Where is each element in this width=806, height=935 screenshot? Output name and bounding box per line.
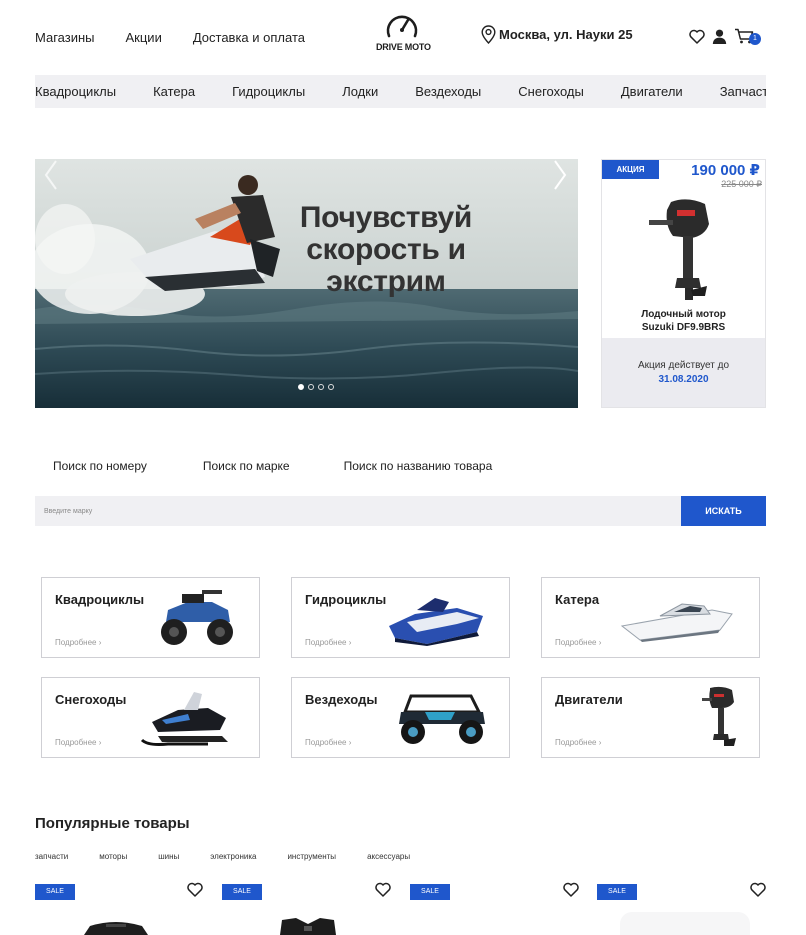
category-card-title: Вездеходы xyxy=(305,692,378,707)
slider-dot-1[interactable] xyxy=(298,384,304,390)
tab-tires[interactable]: шины xyxy=(158,852,179,861)
category-bar-atv[interactable]: Квадроциклы xyxy=(35,84,116,99)
nav-delivery-link[interactable]: Доставка и оплата xyxy=(193,30,305,45)
atv-icon xyxy=(161,590,233,645)
header-actions: 1 xyxy=(689,28,761,45)
slider-dots xyxy=(298,384,334,390)
promo-name-line-2: Suzuki DF9.9BRS xyxy=(641,322,726,333)
tab-search-by-brand[interactable]: Поиск по марке xyxy=(203,459,290,473)
jetski-icon xyxy=(389,598,483,646)
buggy-icon xyxy=(399,694,485,744)
user-icon[interactable] xyxy=(712,29,727,44)
sale-badge: SALE xyxy=(410,884,450,900)
tab-accessories[interactable]: аксессуары xyxy=(367,852,410,861)
sale-badge: SALE xyxy=(222,884,262,900)
nav-stores-link[interactable]: Магазины xyxy=(35,30,95,45)
location-pin-icon xyxy=(481,25,496,44)
category-card-more-link[interactable]: Подробнее › xyxy=(305,638,351,647)
promo-tag-badge: АКЦИЯ xyxy=(602,160,659,179)
category-card-jetskis[interactable]: Гидроциклы Подробнее › xyxy=(291,577,510,658)
tab-search-by-number[interactable]: Поиск по номеру xyxy=(53,459,147,473)
category-bar-parts[interactable]: Запчасти xyxy=(720,84,766,99)
tab-electronics[interactable]: электроника xyxy=(210,852,256,861)
product-bag-image xyxy=(84,922,148,935)
category-card-snowmobiles[interactable]: Снегоходы Подробнее › xyxy=(41,677,260,758)
promo-price: 190 000 ₽ xyxy=(691,162,760,179)
tab-tools[interactable]: инструменты xyxy=(287,852,336,861)
category-card-offroad[interactable]: Вездеходы Подробнее › xyxy=(291,677,510,758)
hero-slider[interactable]: Почувствуй скорость и экстрим xyxy=(35,159,578,408)
category-bar-snowmobiles[interactable]: Снегоходы xyxy=(518,84,584,99)
address-text: Москва, ул. Науки 25 xyxy=(499,27,633,42)
promo-product-name: Лодочный мотор Suzuki DF9.9BRS xyxy=(602,308,765,334)
boat-icon xyxy=(620,603,733,642)
category-card-atv[interactable]: Квадроциклы Подробнее › xyxy=(41,577,260,658)
search-button[interactable]: ИСКАТЬ xyxy=(681,496,766,526)
store-address[interactable]: Москва, ул. Науки 25 xyxy=(481,25,633,44)
category-card-more-link[interactable]: Подробнее › xyxy=(555,638,601,647)
category-card-engines[interactable]: Двигатели Подробнее › xyxy=(541,677,760,758)
category-card-more-link[interactable]: Подробнее › xyxy=(555,738,601,747)
popular-section-title: Популярные товары xyxy=(35,815,190,832)
category-bar: Квадроциклы Катера Гидроциклы Лодки Везд… xyxy=(35,75,766,108)
promo-validity: Акция действует до 31.08.2020 xyxy=(602,338,765,407)
heart-icon[interactable] xyxy=(689,29,705,44)
hero-title-line-3: экстрим xyxy=(326,265,446,298)
outboard-motor-icon xyxy=(702,686,736,746)
category-card-title: Катера xyxy=(555,592,600,607)
category-card-title: Двигатели xyxy=(555,692,623,707)
cart-count-badge: 1 xyxy=(749,33,761,45)
search-input[interactable] xyxy=(35,496,681,526)
slider-prev-arrow-icon[interactable] xyxy=(43,159,59,191)
hero-title-line-2: скорость и xyxy=(306,233,466,266)
hero-title: Почувствуй скорость и экстрим xyxy=(281,202,491,298)
product-vest-image xyxy=(280,918,336,935)
logo[interactable]: DRIVE MOTO xyxy=(376,12,431,52)
category-bar-boats[interactable]: Катера xyxy=(153,84,195,99)
category-card-boats[interactable]: Катера Подробнее › xyxy=(541,577,760,658)
promo-name-line-1: Лодочный мотор xyxy=(641,309,726,320)
category-card-title: Снегоходы xyxy=(55,692,127,707)
sale-badge: SALE xyxy=(597,884,637,900)
slider-next-arrow-icon[interactable] xyxy=(552,159,568,191)
promo-valid-label: Акция действует до xyxy=(637,360,730,371)
category-card-more-link[interactable]: Подробнее › xyxy=(55,738,101,747)
top-nav: Магазины Акции Доставка и оплата xyxy=(35,30,305,45)
category-bar-lodki[interactable]: Лодки xyxy=(342,84,378,99)
hero-title-line-1: Почувствуй xyxy=(299,201,473,234)
tab-parts[interactable]: запчасти xyxy=(35,852,68,861)
cart-button[interactable]: 1 xyxy=(734,28,761,45)
outboard-motor-image xyxy=(649,199,709,300)
category-card-title: Гидроциклы xyxy=(305,592,387,607)
heart-icon[interactable] xyxy=(375,882,391,897)
product-image-placeholder xyxy=(620,912,750,935)
speedometer-icon xyxy=(386,15,418,38)
promo-card[interactable]: АКЦИЯ 190 000 ₽ 225 000 ₽ Лодочный мотор… xyxy=(601,159,766,408)
category-bar-engines[interactable]: Двигатели xyxy=(621,84,683,99)
popular-tabs: запчасти моторы шины электроника инструм… xyxy=(35,852,410,861)
slider-dot-4[interactable] xyxy=(328,384,334,390)
category-bar-offroad[interactable]: Вездеходы xyxy=(415,84,481,99)
logo-text: DRIVE MOTO xyxy=(376,42,431,52)
category-card-more-link[interactable]: Подробнее › xyxy=(55,638,101,647)
search-tabs: Поиск по номеру Поиск по марке Поиск по … xyxy=(53,459,492,473)
heart-icon[interactable] xyxy=(750,882,766,897)
promo-valid-date: 31.08.2020 xyxy=(658,374,709,385)
heart-icon[interactable] xyxy=(187,882,203,897)
category-bar-jetskis[interactable]: Гидроциклы xyxy=(232,84,305,99)
nav-promotions-link[interactable]: Акции xyxy=(126,30,162,45)
tab-search-by-name[interactable]: Поиск по названию товара xyxy=(344,459,493,473)
sale-badge: SALE xyxy=(35,884,75,900)
promo-old-price: 225 000 ₽ xyxy=(721,179,762,189)
slider-dot-3[interactable] xyxy=(318,384,324,390)
heart-icon[interactable] xyxy=(563,882,579,897)
tab-motors[interactable]: моторы xyxy=(99,852,127,861)
category-card-title: Квадроциклы xyxy=(55,592,145,607)
slider-dot-2[interactable] xyxy=(308,384,314,390)
snowmobile-icon xyxy=(140,692,228,746)
category-card-more-link[interactable]: Подробнее › xyxy=(305,738,351,747)
